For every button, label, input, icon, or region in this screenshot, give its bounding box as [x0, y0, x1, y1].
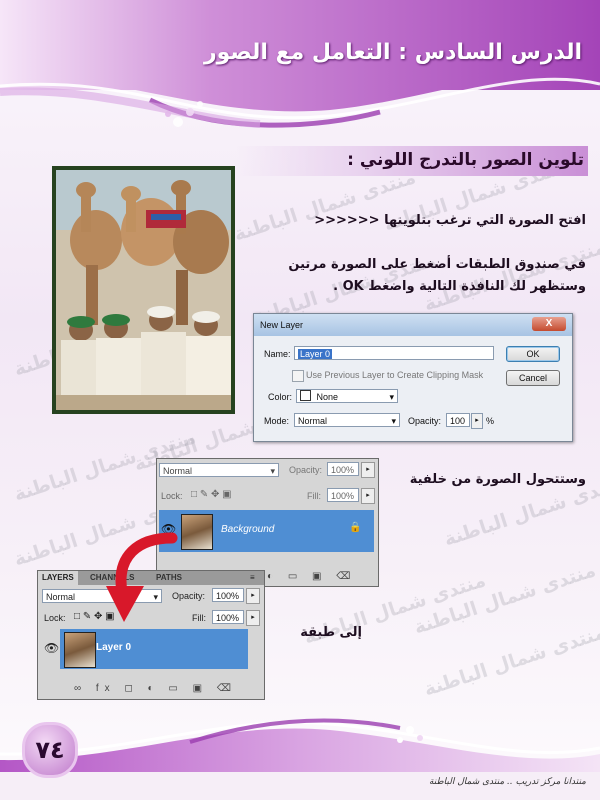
opacity-input[interactable]: 100%	[327, 462, 359, 476]
opacity-input[interactable]: 100%	[212, 588, 244, 602]
lock-label: Lock:	[44, 613, 66, 623]
layer-name: Layer 0	[96, 642, 132, 653]
page-title: الدرس السادس : التعامل مع الصور	[203, 40, 582, 65]
section-title: تلوين الصور بالتدرج اللوني :	[347, 150, 584, 170]
camels-photo	[52, 166, 235, 414]
layers-panel-background: Normal ▾ Opacity: 100% ▸ Lock: □ ✎ ✥ ▣ F…	[156, 458, 379, 587]
fill-arrow-icon[interactable]: ▸	[246, 610, 260, 626]
red-arrow-icon	[100, 530, 180, 634]
color-swatch	[300, 390, 311, 401]
dialog-titlebar: New Layer X	[254, 314, 572, 336]
opacity-arrow-icon[interactable]: ▸	[361, 462, 375, 478]
header-banner: الدرس السادس : التعامل مع الصور	[0, 0, 600, 140]
opacity-arrow-icon[interactable]: ▸	[246, 588, 260, 604]
instruction-double-click: في صندوق الطبقات أضغط على الصورة مرتين	[288, 257, 586, 272]
name-label: Name:	[264, 349, 291, 359]
layer-thumbnail	[64, 632, 96, 668]
panel-footer-icons[interactable]: ◐ ▭ ▣ ⌫	[267, 571, 356, 582]
chevron-down-icon: ▾	[270, 466, 275, 476]
eye-icon[interactable]: 👁	[44, 641, 59, 655]
cancel-button[interactable]: Cancel	[506, 370, 560, 386]
fill-label: Fill:	[192, 613, 206, 623]
clipping-label: Use Previous Layer to Create Clipping Ma…	[306, 370, 484, 380]
close-button[interactable]: X	[532, 317, 566, 331]
clipping-checkbox[interactable]	[292, 370, 304, 382]
instruction-open-image: افتح الصورة التي ترغب بتلوينها <<<<<<	[314, 213, 586, 228]
tab-layers[interactable]: LAYERS	[38, 571, 78, 585]
lock-label: Lock:	[161, 491, 183, 501]
footer-credit: منتدانا مركز تدريب .. منتدى شمال الباطنة	[428, 777, 586, 787]
blend-mode-value: Normal	[46, 592, 76, 602]
instruction-to-layer: إلى طبقة	[300, 625, 362, 640]
panel-menu-icon[interactable]: ≡	[246, 571, 259, 585]
lock-icons[interactable]: □ ✎ ✥ ▣	[191, 489, 232, 500]
mode-value: Normal	[298, 416, 328, 426]
watermark: منتدى شمال الباطنة	[421, 621, 600, 701]
fill-input[interactable]: 100%	[212, 610, 244, 624]
fill-input[interactable]: 100%	[327, 488, 359, 502]
layer-name-value: Layer 0	[298, 349, 333, 359]
watermark: منتدى شمال الباطنة	[421, 236, 600, 316]
color-label: Color:	[268, 392, 293, 402]
panel-footer-icons[interactable]: ∞ fx ◻ ◐ ▭ ▣ ⌫	[74, 683, 237, 694]
opacity-input[interactable]: 100	[446, 413, 470, 427]
layer-name-input[interactable]: Layer 0	[294, 346, 494, 360]
fill-arrow-icon[interactable]: ▸	[361, 488, 375, 504]
ok-button[interactable]: OK	[506, 346, 560, 362]
page-number: ٧٤	[22, 722, 78, 778]
instruction-press-ok: وستظهر لك النافذة التالية واضغط OK .	[333, 279, 586, 294]
chevron-down-icon: ▾	[389, 392, 394, 402]
new-layer-dialog: New Layer X Name: Layer 0 OK Cancel Use …	[253, 313, 573, 442]
color-select[interactable]: None ▾	[296, 389, 398, 403]
layer-thumbnail	[181, 514, 213, 550]
opacity-label: Opacity:	[408, 416, 442, 426]
dialog-title: New Layer	[260, 320, 304, 330]
fill-label: Fill:	[307, 491, 321, 501]
mode-label: Mode:	[264, 416, 290, 426]
color-value: None	[316, 392, 339, 402]
mode-select[interactable]: Normal ▾	[294, 413, 400, 427]
lock-icon: 🔒	[349, 522, 362, 533]
layer-row-background[interactable]: 👁 Background 🔒	[159, 510, 374, 552]
layer-name: Background	[221, 524, 275, 535]
page: الدرس السادس : التعامل مع الصور منتدى شم…	[0, 0, 600, 800]
chevron-down-icon: ▾	[391, 416, 396, 426]
blend-mode-value: Normal	[163, 466, 193, 476]
opacity-label: Opacity:	[289, 465, 323, 475]
layer-row-layer0[interactable]: Layer 0	[60, 629, 248, 669]
opacity-unit: %	[486, 416, 495, 426]
blend-mode-select[interactable]: Normal ▾	[159, 463, 279, 477]
instruction-from-background: وستتحول الصورة من خلفية	[409, 472, 586, 487]
opacity-arrow-icon[interactable]: ▸	[471, 413, 483, 429]
